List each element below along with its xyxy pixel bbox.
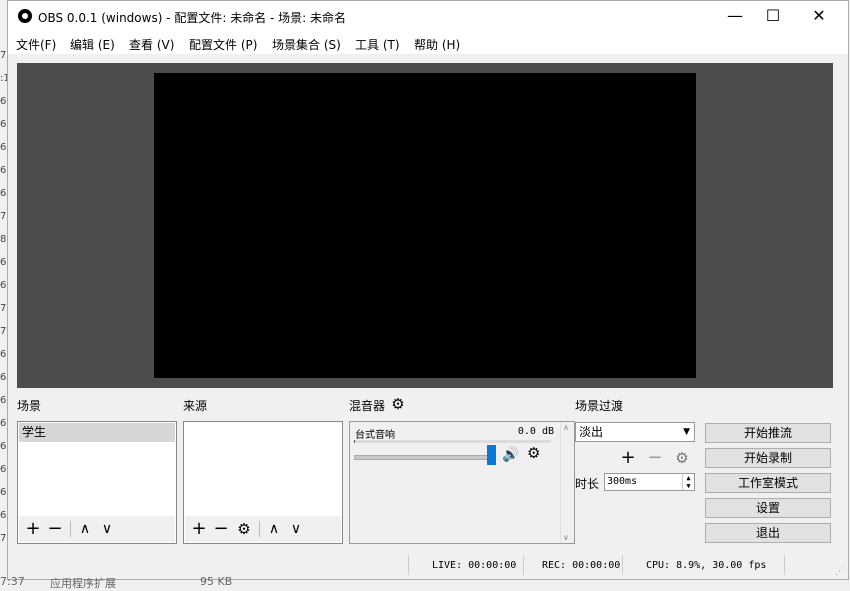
window-title: OBS 0.0.1 (windows) - 配置文件: 未命名 - 场景: 未命… (38, 11, 347, 25)
background-text: 6 (0, 96, 7, 107)
menu-view[interactable]: 查看 (V) (129, 36, 174, 53)
background-text: 7 (0, 211, 7, 222)
background-text: 6 (0, 349, 7, 360)
mixer-level: 0.0 dB (517, 426, 554, 437)
background-text: 6 (0, 188, 7, 199)
duration-spinbox[interactable]: 300ms ▲ ▼ (604, 473, 695, 491)
rec-status: REC: 00:00:00 (542, 560, 621, 571)
chevron-down-icon[interactable]: ∨ (286, 519, 306, 539)
toolbar-divider (70, 521, 71, 537)
background-text: 6 (0, 418, 7, 429)
background-text: 7 (0, 50, 7, 61)
sources-title: 来源 (183, 399, 208, 413)
background-file-row: 7:37 应用程序扩展 95 KB (0, 575, 850, 590)
audio-mixer: 台式音响 0.0 dB 🔊 ⚙ ∧ ∨ (349, 421, 575, 544)
menu-help[interactable]: 帮助 (H) (414, 36, 460, 53)
speaker-icon[interactable]: 🔊 (502, 446, 519, 463)
background-text: 6 (0, 142, 7, 153)
mixer-scrollbar[interactable]: ∧ ∨ (560, 422, 574, 543)
plus-icon[interactable]: + (23, 519, 43, 539)
menu-tools[interactable]: 工具 (T) (355, 36, 400, 53)
background-filename: 应用程序扩展 (50, 577, 116, 590)
start-streaming-button[interactable]: 开始推流 (705, 423, 831, 443)
obs-logo-icon (18, 9, 32, 23)
menu-edit[interactable]: 编辑 (E) (70, 36, 115, 53)
duration-value: 300ms (607, 476, 638, 487)
dropdown-arrow-icon: ▼ (683, 427, 690, 437)
live-status: LIVE: 00:00:00 (432, 560, 517, 571)
exit-button[interactable]: 退出 (705, 523, 831, 543)
background-text: 6 (0, 441, 7, 452)
background-text: 6 (0, 280, 7, 291)
sources-list[interactable]: + − ⚙ ∧ ∨ (183, 421, 343, 544)
title-bar: OBS 0.0.1 (windows) - 配置文件: 未命名 - 场景: 未命… (8, 1, 848, 32)
background-time: 7:37 (0, 575, 25, 588)
transitions-title: 场景过渡 (575, 399, 624, 413)
obs-window: OBS 0.0.1 (windows) - 配置文件: 未命名 - 场景: 未命… (7, 0, 849, 580)
background-text: 6 (0, 487, 7, 498)
scenes-title: 场景 (17, 399, 42, 413)
toolbar-divider (259, 521, 260, 537)
scene-item[interactable]: 学生 (19, 423, 175, 442)
minus-icon[interactable]: − (645, 448, 665, 468)
start-recording-button[interactable]: 开始录制 (705, 448, 831, 468)
background-text: 6 (0, 464, 7, 475)
volume-slider-handle[interactable] (487, 445, 496, 465)
chevron-up-icon[interactable]: ∧ (264, 519, 284, 539)
close-button[interactable]: ✕ (796, 1, 842, 32)
status-divider (784, 555, 785, 575)
scenes-list[interactable]: 学生 + − ∧ ∨ (17, 421, 177, 544)
transition-select-value: 淡出 (579, 425, 604, 439)
preview-area[interactable] (17, 63, 833, 388)
maximize-button[interactable]: ☐ (750, 1, 796, 32)
background-text: 6 (0, 510, 7, 521)
studio-mode-button[interactable]: 工作室模式 (705, 473, 831, 493)
status-bar: LIVE: 00:00:00 REC: 00:00:00 CPU: 8.9%, … (8, 552, 848, 579)
background-text: 7 (0, 533, 7, 544)
spin-arrows[interactable]: ▲ ▼ (682, 474, 694, 490)
preview-canvas[interactable] (154, 73, 696, 378)
minus-icon[interactable]: − (45, 519, 65, 539)
menu-file[interactable]: 文件(F) (16, 36, 56, 53)
resize-grip-icon[interactable]: ⋰ (835, 566, 844, 577)
background-text: 7 (0, 303, 7, 314)
volume-meter (354, 440, 551, 443)
background-filesize: 95 KB (200, 575, 233, 588)
background-text: 6 (0, 165, 7, 176)
menu-bar: 文件(F) 编辑 (E) 查看 (V) 配置文件 (P) 场景集合 (S) 工具… (8, 32, 848, 54)
chevron-up-icon[interactable]: ∧ (75, 519, 95, 539)
menu-scene-collection[interactable]: 场景集合 (S) (272, 36, 341, 53)
background-text: 6 (0, 372, 7, 383)
background-text: 6 (0, 119, 7, 130)
status-divider (622, 555, 623, 575)
mixer-title: 混音器 (349, 399, 386, 413)
gear-icon[interactable]: ⚙ (234, 519, 254, 539)
plus-icon[interactable]: + (189, 519, 209, 539)
mixer-channel-name: 台式音响 (355, 430, 395, 441)
status-divider (408, 555, 409, 575)
background-text: 6 (0, 395, 7, 406)
status-divider (523, 555, 524, 575)
chevron-down-icon[interactable]: ∨ (97, 519, 117, 539)
gear-icon[interactable]: ⚙ (388, 394, 408, 414)
gear-icon[interactable]: ⚙ (672, 448, 692, 468)
menu-profile[interactable]: 配置文件 (P) (189, 36, 257, 53)
volume-slider[interactable] (354, 455, 492, 460)
background-text: 6 (0, 257, 7, 268)
duration-label: 时长 (575, 477, 600, 491)
minus-icon[interactable]: − (211, 519, 231, 539)
scenes-toolbar: + − ∧ ∨ (19, 516, 175, 542)
transition-select[interactable]: 淡出 ▼ (575, 422, 695, 442)
background-text: 8 (0, 234, 7, 245)
sources-toolbar: + − ⚙ ∧ ∨ (185, 516, 341, 542)
plus-icon[interactable]: + (618, 448, 638, 468)
gear-icon[interactable]: ⚙ (527, 444, 540, 462)
cpu-status: CPU: 8.9%, 30.00 fps (646, 560, 767, 571)
background-text: 7 (0, 326, 7, 337)
settings-button[interactable]: 设置 (705, 498, 831, 518)
